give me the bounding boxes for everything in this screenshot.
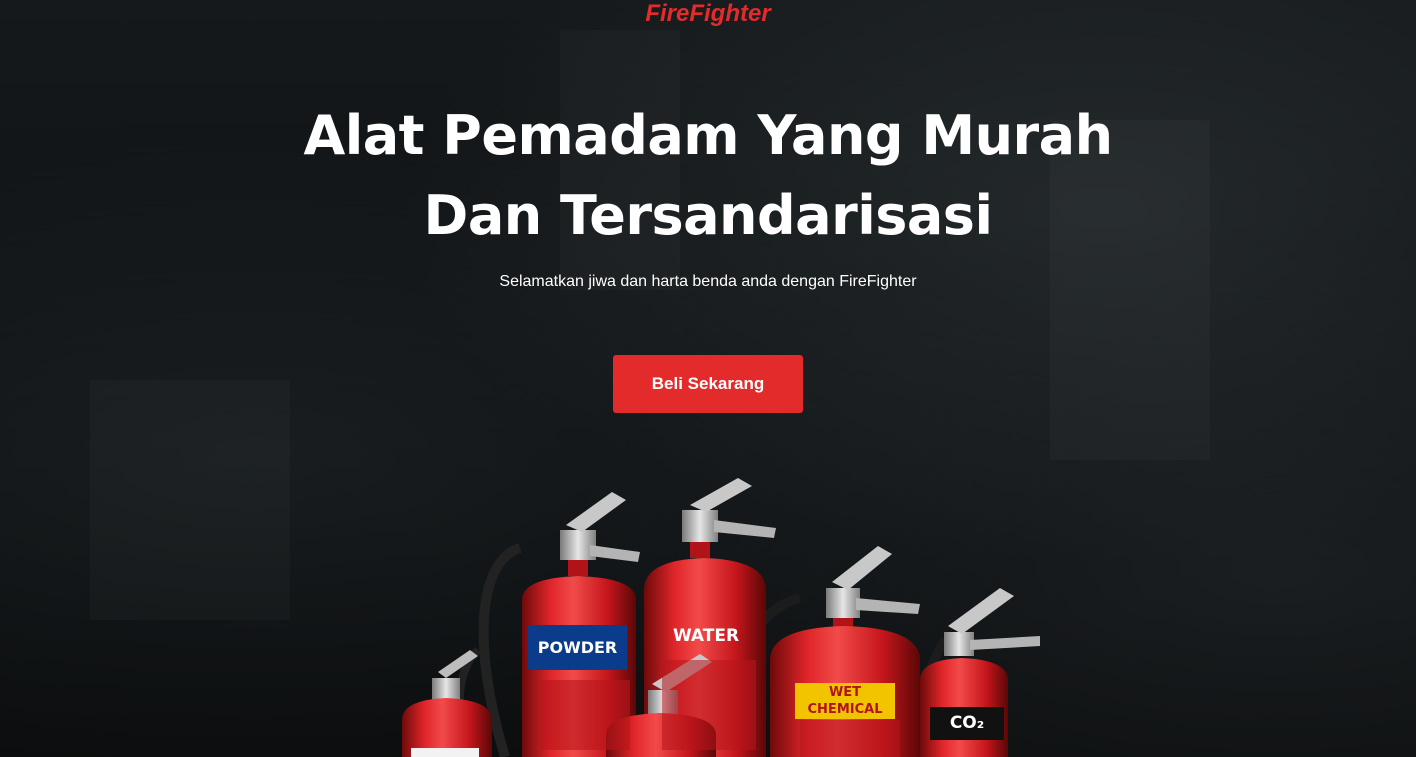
water-label: WATER bbox=[672, 626, 740, 646]
hero-section: FireFighter Alat Pemadam Yang Murah Dan … bbox=[0, 0, 1416, 757]
wet-chemical-label: WET CHEMICAL bbox=[795, 683, 895, 719]
powder-label: POWDER bbox=[528, 625, 627, 670]
co2-label: CO₂ bbox=[930, 707, 1004, 740]
